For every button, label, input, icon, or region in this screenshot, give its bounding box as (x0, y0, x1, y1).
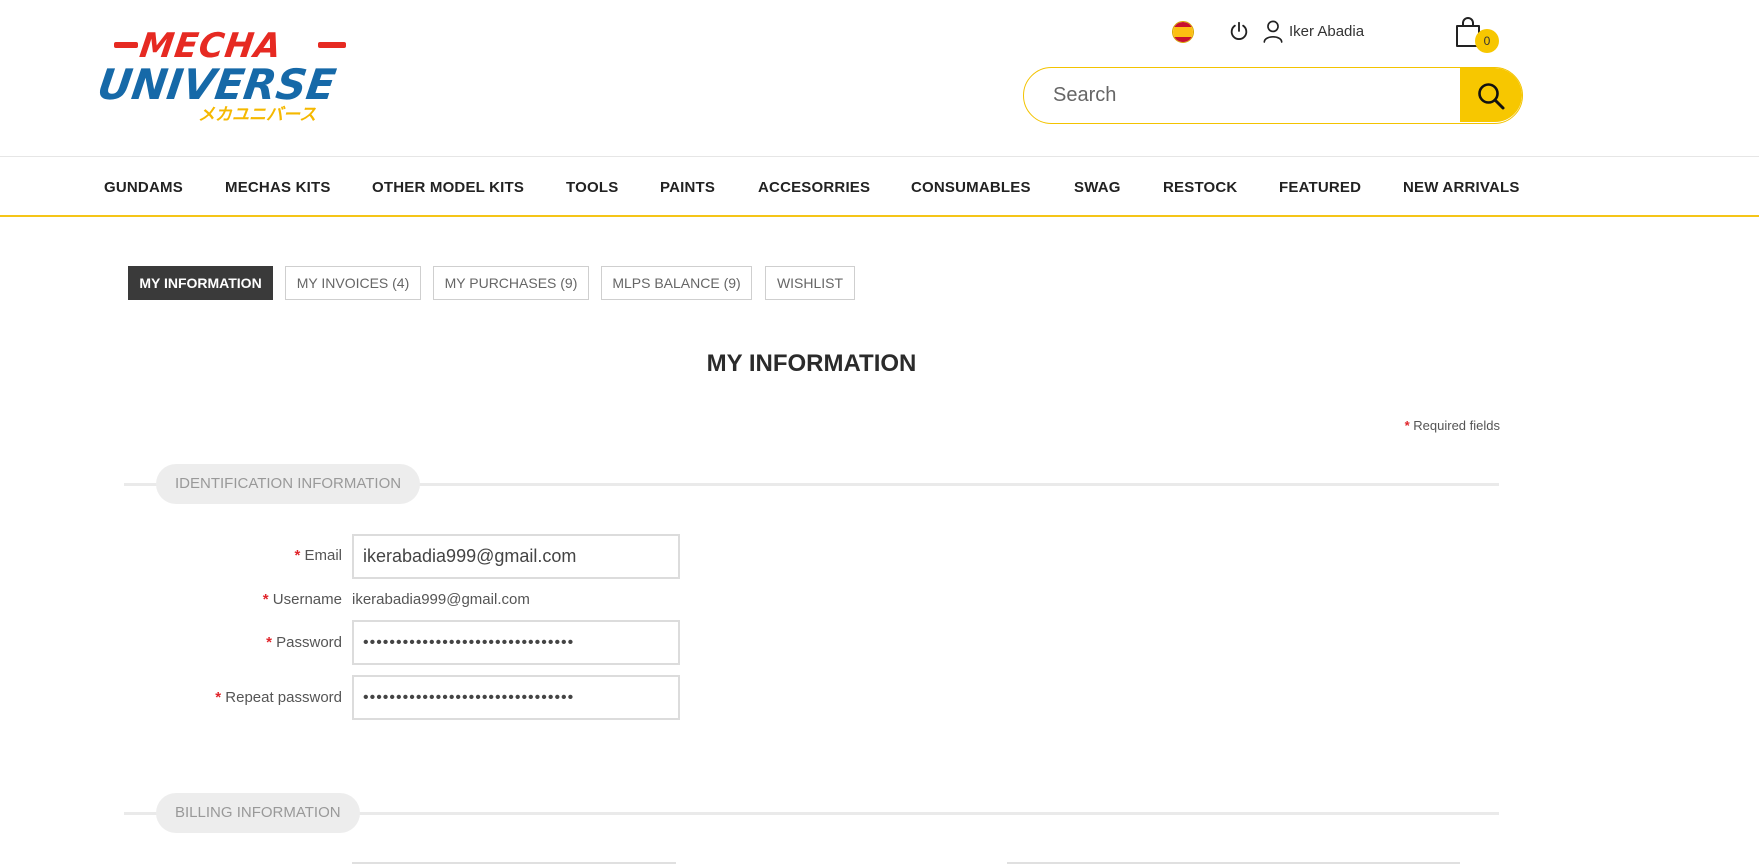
logo-japanese-text: メカユニバース (198, 105, 317, 124)
nav-item-swag[interactable]: SWAG (1074, 179, 1121, 196)
spain-flag-icon[interactable] (1172, 21, 1194, 43)
logo-top-row: MECHA (100, 26, 350, 66)
search-button[interactable] (1460, 68, 1522, 122)
repeat-password-label: * Repeat password (215, 689, 342, 706)
search-input[interactable] (1024, 68, 1462, 122)
nav-item-consumables[interactable]: CONSUMABLES (911, 179, 1031, 196)
site-logo[interactable]: MECHA UNIVERSE メカユニバース (95, 26, 350, 124)
tab-mlps-balance[interactable]: MLPS BALANCE (9) (601, 266, 752, 300)
tab-wishlist[interactable]: WISHLIST (765, 266, 855, 300)
billing-section-header: BILLING INFORMATION (124, 793, 1499, 833)
nav-item-tools[interactable]: TOOLS (566, 179, 618, 196)
nav-item-gundams[interactable]: GUNDAMS (104, 179, 183, 196)
nav-item-featured[interactable]: FEATURED (1279, 179, 1361, 196)
nav-item-restock[interactable]: RESTOCK (1163, 179, 1237, 196)
tab-my-information[interactable]: MY INFORMATION (128, 266, 273, 300)
page-title: MY INFORMATION (706, 350, 917, 377)
tab-my-invoices[interactable]: MY INVOICES (4) (285, 266, 421, 300)
search-bar (1023, 67, 1523, 124)
billing-section-title: BILLING INFORMATION (156, 793, 360, 833)
required-fields-note: * Required fields (1386, 418, 1500, 433)
search-icon (1478, 83, 1505, 110)
identification-section-header: IDENTIFICATION INFORMATION (124, 464, 1499, 504)
email-field[interactable] (352, 534, 680, 579)
email-label: * Email (294, 547, 342, 564)
identification-section-title: IDENTIFICATION INFORMATION (156, 464, 421, 504)
username-label: * Username (262, 591, 342, 608)
logo-left-stripe (114, 42, 138, 48)
user-name-link[interactable]: Iker Abadia (1289, 23, 1364, 40)
user-icon[interactable] (1262, 19, 1284, 43)
required-fields-text: Required fields (1413, 418, 1500, 433)
logo-right-stripe (318, 42, 346, 48)
nav-item-paints[interactable]: PAINTS (660, 179, 715, 196)
page: MECHA UNIVERSE メカユニバース Iker Abadia 0 Sea… (0, 0, 1759, 864)
main-navigation: GUNDAMS MECHAS KITS OTHER MODEL KITS TOO… (0, 156, 1759, 217)
nav-item-other-model-kits[interactable]: OTHER MODEL KITS (372, 179, 524, 196)
username-value: ikerabadia999@gmail.com (352, 591, 530, 608)
required-star: * (1404, 418, 1410, 433)
password-label: * Password (266, 634, 342, 651)
power-icon[interactable] (1228, 20, 1250, 42)
nav-item-mechas-kits[interactable]: MECHAS KITS (225, 179, 331, 196)
nav-item-new-arrivals[interactable]: NEW ARRIVALS (1403, 179, 1520, 196)
cart-count-badge: 0 (1475, 29, 1499, 53)
repeat-password-field[interactable] (352, 675, 680, 720)
tab-my-purchases[interactable]: MY PURCHASES (9) (433, 266, 589, 300)
nav-item-accesorries[interactable]: ACCESORRIES (758, 179, 870, 196)
password-field[interactable] (352, 620, 680, 665)
